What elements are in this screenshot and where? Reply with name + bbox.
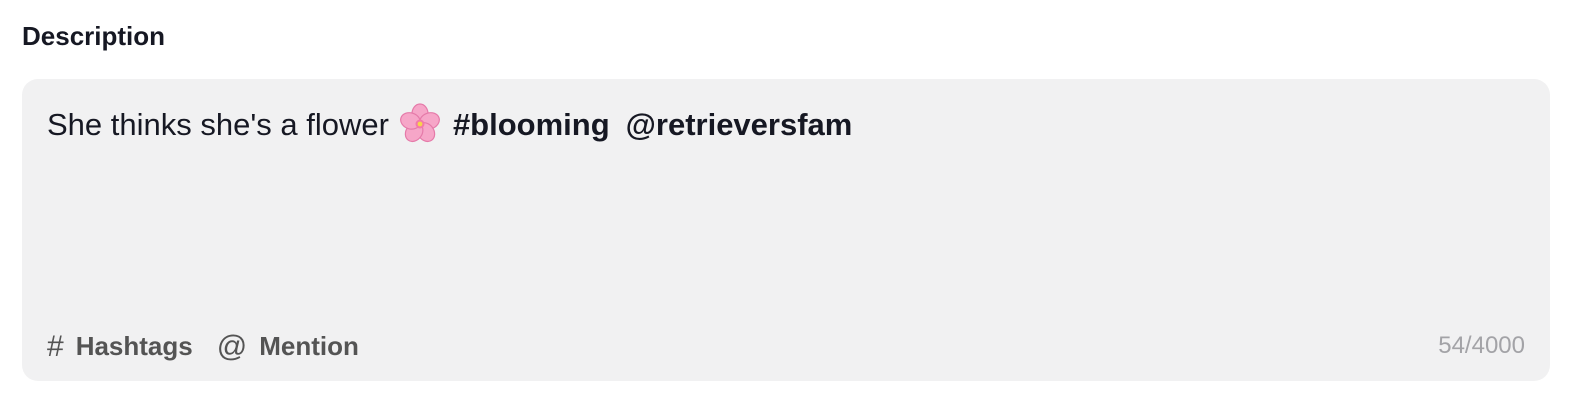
description-text[interactable]: She thinks she's a flower #blooming @retr… [47, 103, 1525, 146]
hashtags-button-label: Hashtags [75, 331, 193, 361]
mention-token[interactable]: @retrieversfam [626, 107, 853, 142]
description-editor[interactable]: She thinks she's a flower #blooming @retr… [22, 79, 1550, 381]
mention-button-label: Mention [259, 331, 359, 361]
at-sign-icon: @ [216, 329, 248, 363]
character-counter: 54/4000 [1438, 332, 1525, 359]
description-plain-text: She thinks she's a flower [47, 107, 389, 142]
mention-button[interactable]: @ Mention [217, 331, 359, 362]
editor-toolbar: # Hashtags @ Mention [47, 331, 359, 362]
description-label: Description [22, 21, 166, 51]
hashtag-token[interactable]: #blooming [453, 107, 610, 142]
hashtag-icon: # [47, 329, 64, 363]
cherry-blossom-icon [400, 103, 440, 143]
hashtags-button[interactable]: # Hashtags [47, 331, 193, 362]
